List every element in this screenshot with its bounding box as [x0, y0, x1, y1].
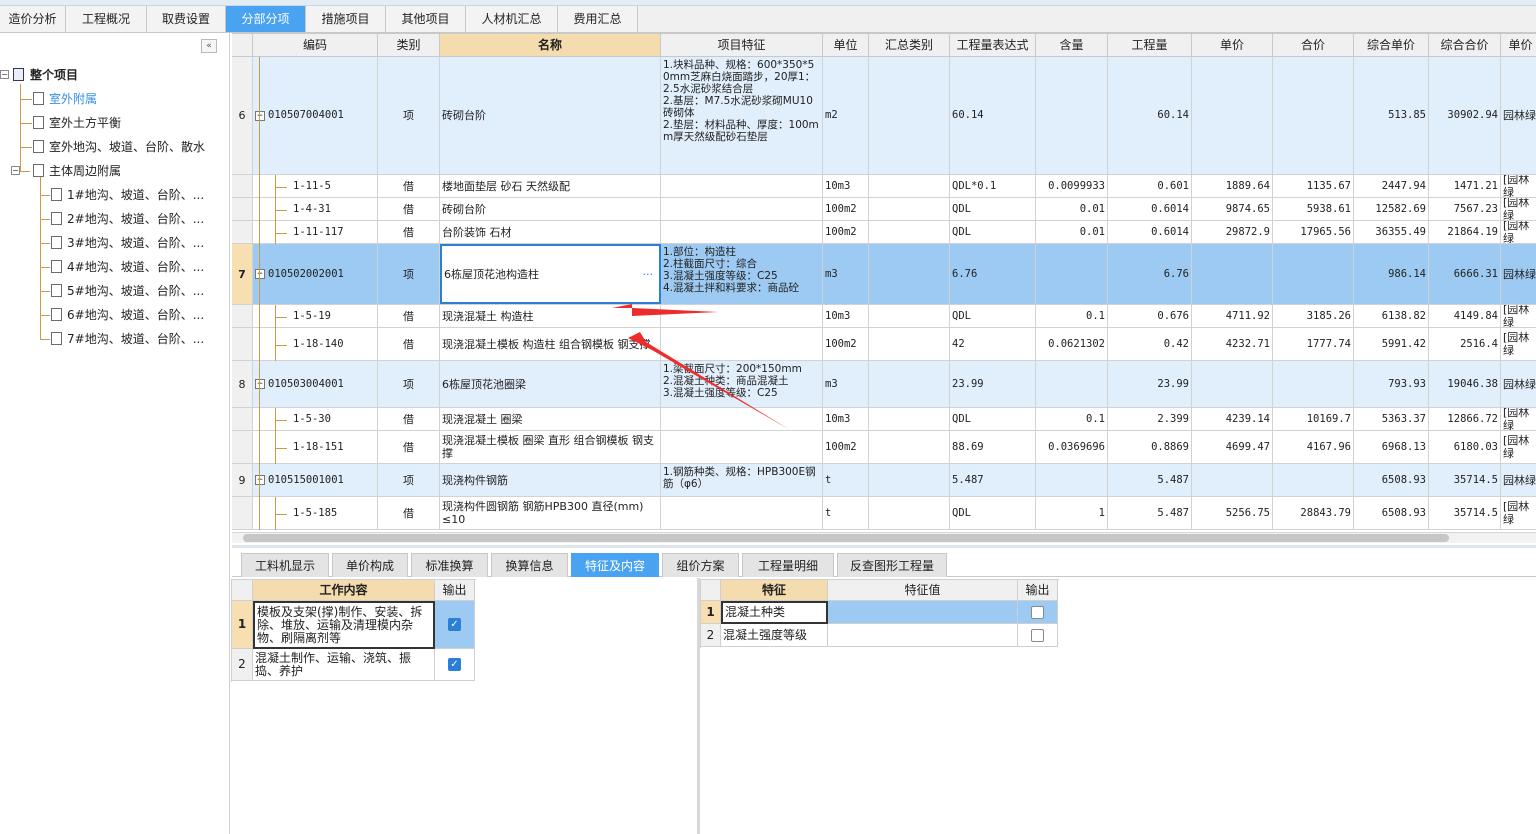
- red-arrow-annotation: [612, 304, 718, 316]
- annotation-overlay: [612, 304, 790, 430]
- red-arrow-annotation: [628, 332, 790, 430]
